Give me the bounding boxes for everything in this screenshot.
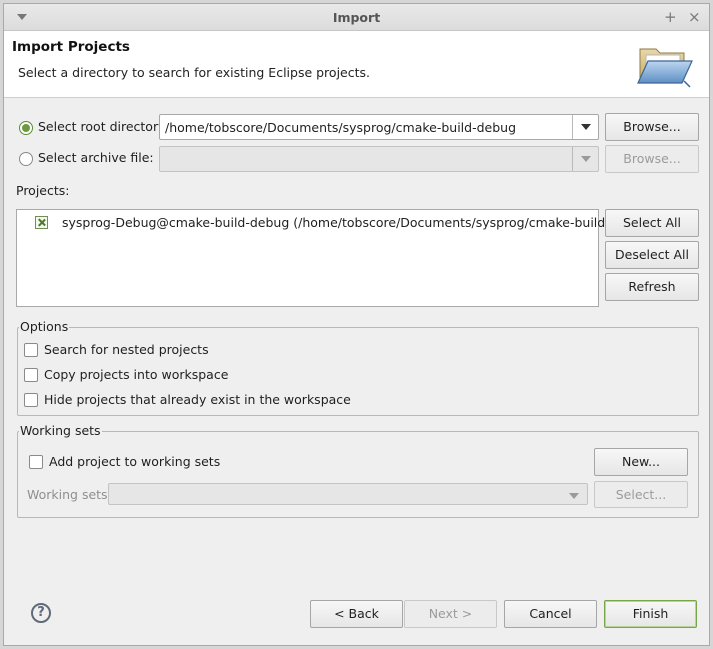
- list-item[interactable]: sysprog-Debug@cmake-build-debug (/home/t…: [17, 210, 654, 234]
- project-checkbox[interactable]: [35, 216, 48, 229]
- working-sets-label: Working sets:: [27, 487, 112, 502]
- title-bar: Import + ×: [4, 4, 709, 31]
- finish-button[interactable]: Finish: [604, 600, 697, 628]
- maximize-icon[interactable]: +: [664, 8, 677, 26]
- import-dialog: Import + × Import Projects Select a dire…: [3, 3, 710, 646]
- select-working-set-button[interactable]: Select...: [594, 481, 688, 508]
- project-name: sysprog-Debug@cmake-build-debug (/home/t…: [62, 215, 655, 230]
- options-title: Options: [19, 319, 70, 334]
- archive-browse-button[interactable]: Browse...: [605, 145, 699, 173]
- working-sets-combo[interactable]: [108, 483, 588, 505]
- select-all-button[interactable]: Select All: [605, 209, 699, 237]
- folder-open-icon: [637, 48, 693, 88]
- root-directory-dropdown-icon[interactable]: [572, 115, 598, 139]
- projects-label: Projects:: [16, 183, 70, 198]
- back-button[interactable]: < Back: [310, 600, 403, 628]
- hide-existing-label[interactable]: Hide projects that already exist in the …: [44, 392, 351, 407]
- nested-projects-label[interactable]: Search for nested projects: [44, 342, 209, 357]
- working-sets-dropdown-icon[interactable]: [561, 484, 587, 504]
- cancel-button[interactable]: Cancel: [504, 600, 597, 628]
- copy-projects-checkbox[interactable]: [24, 368, 38, 382]
- root-directory-radio[interactable]: [19, 121, 33, 135]
- hide-existing-checkbox[interactable]: [24, 393, 38, 407]
- projects-list[interactable]: sysprog-Debug@cmake-build-debug (/home/t…: [16, 209, 654, 307]
- wizard-header: Import Projects Select a directory to se…: [4, 31, 709, 98]
- add-to-working-sets-label[interactable]: Add project to working sets: [49, 454, 220, 469]
- working-sets-title: Working sets: [19, 423, 102, 438]
- root-directory-combo[interactable]: /home/tobscore/Documents/sysprog/cmake-b…: [159, 114, 599, 140]
- root-directory-value[interactable]: /home/tobscore/Documents/sysprog/cmake-b…: [165, 120, 516, 135]
- add-to-working-sets-checkbox[interactable]: [29, 455, 43, 469]
- nested-projects-checkbox[interactable]: [24, 343, 38, 357]
- page-description: Select a directory to search for existin…: [18, 65, 370, 80]
- archive-file-label[interactable]: Select archive file:: [38, 150, 154, 165]
- new-working-set-button[interactable]: New...: [594, 448, 688, 476]
- deselect-all-button[interactable]: Deselect All: [605, 241, 699, 269]
- close-icon[interactable]: ×: [688, 8, 701, 26]
- archive-file-dropdown-icon[interactable]: [572, 147, 598, 171]
- copy-projects-label[interactable]: Copy projects into workspace: [44, 367, 228, 382]
- archive-file-radio[interactable]: [19, 152, 33, 166]
- page-title: Import Projects: [12, 39, 130, 55]
- root-browse-button[interactable]: Browse...: [605, 113, 699, 141]
- refresh-button[interactable]: Refresh: [605, 273, 699, 301]
- archive-file-combo[interactable]: [159, 146, 599, 172]
- help-icon[interactable]: ?: [31, 603, 51, 623]
- root-directory-label[interactable]: Select root directory:: [38, 119, 169, 134]
- next-button[interactable]: Next >: [404, 600, 497, 628]
- window-title: Import: [332, 10, 381, 25]
